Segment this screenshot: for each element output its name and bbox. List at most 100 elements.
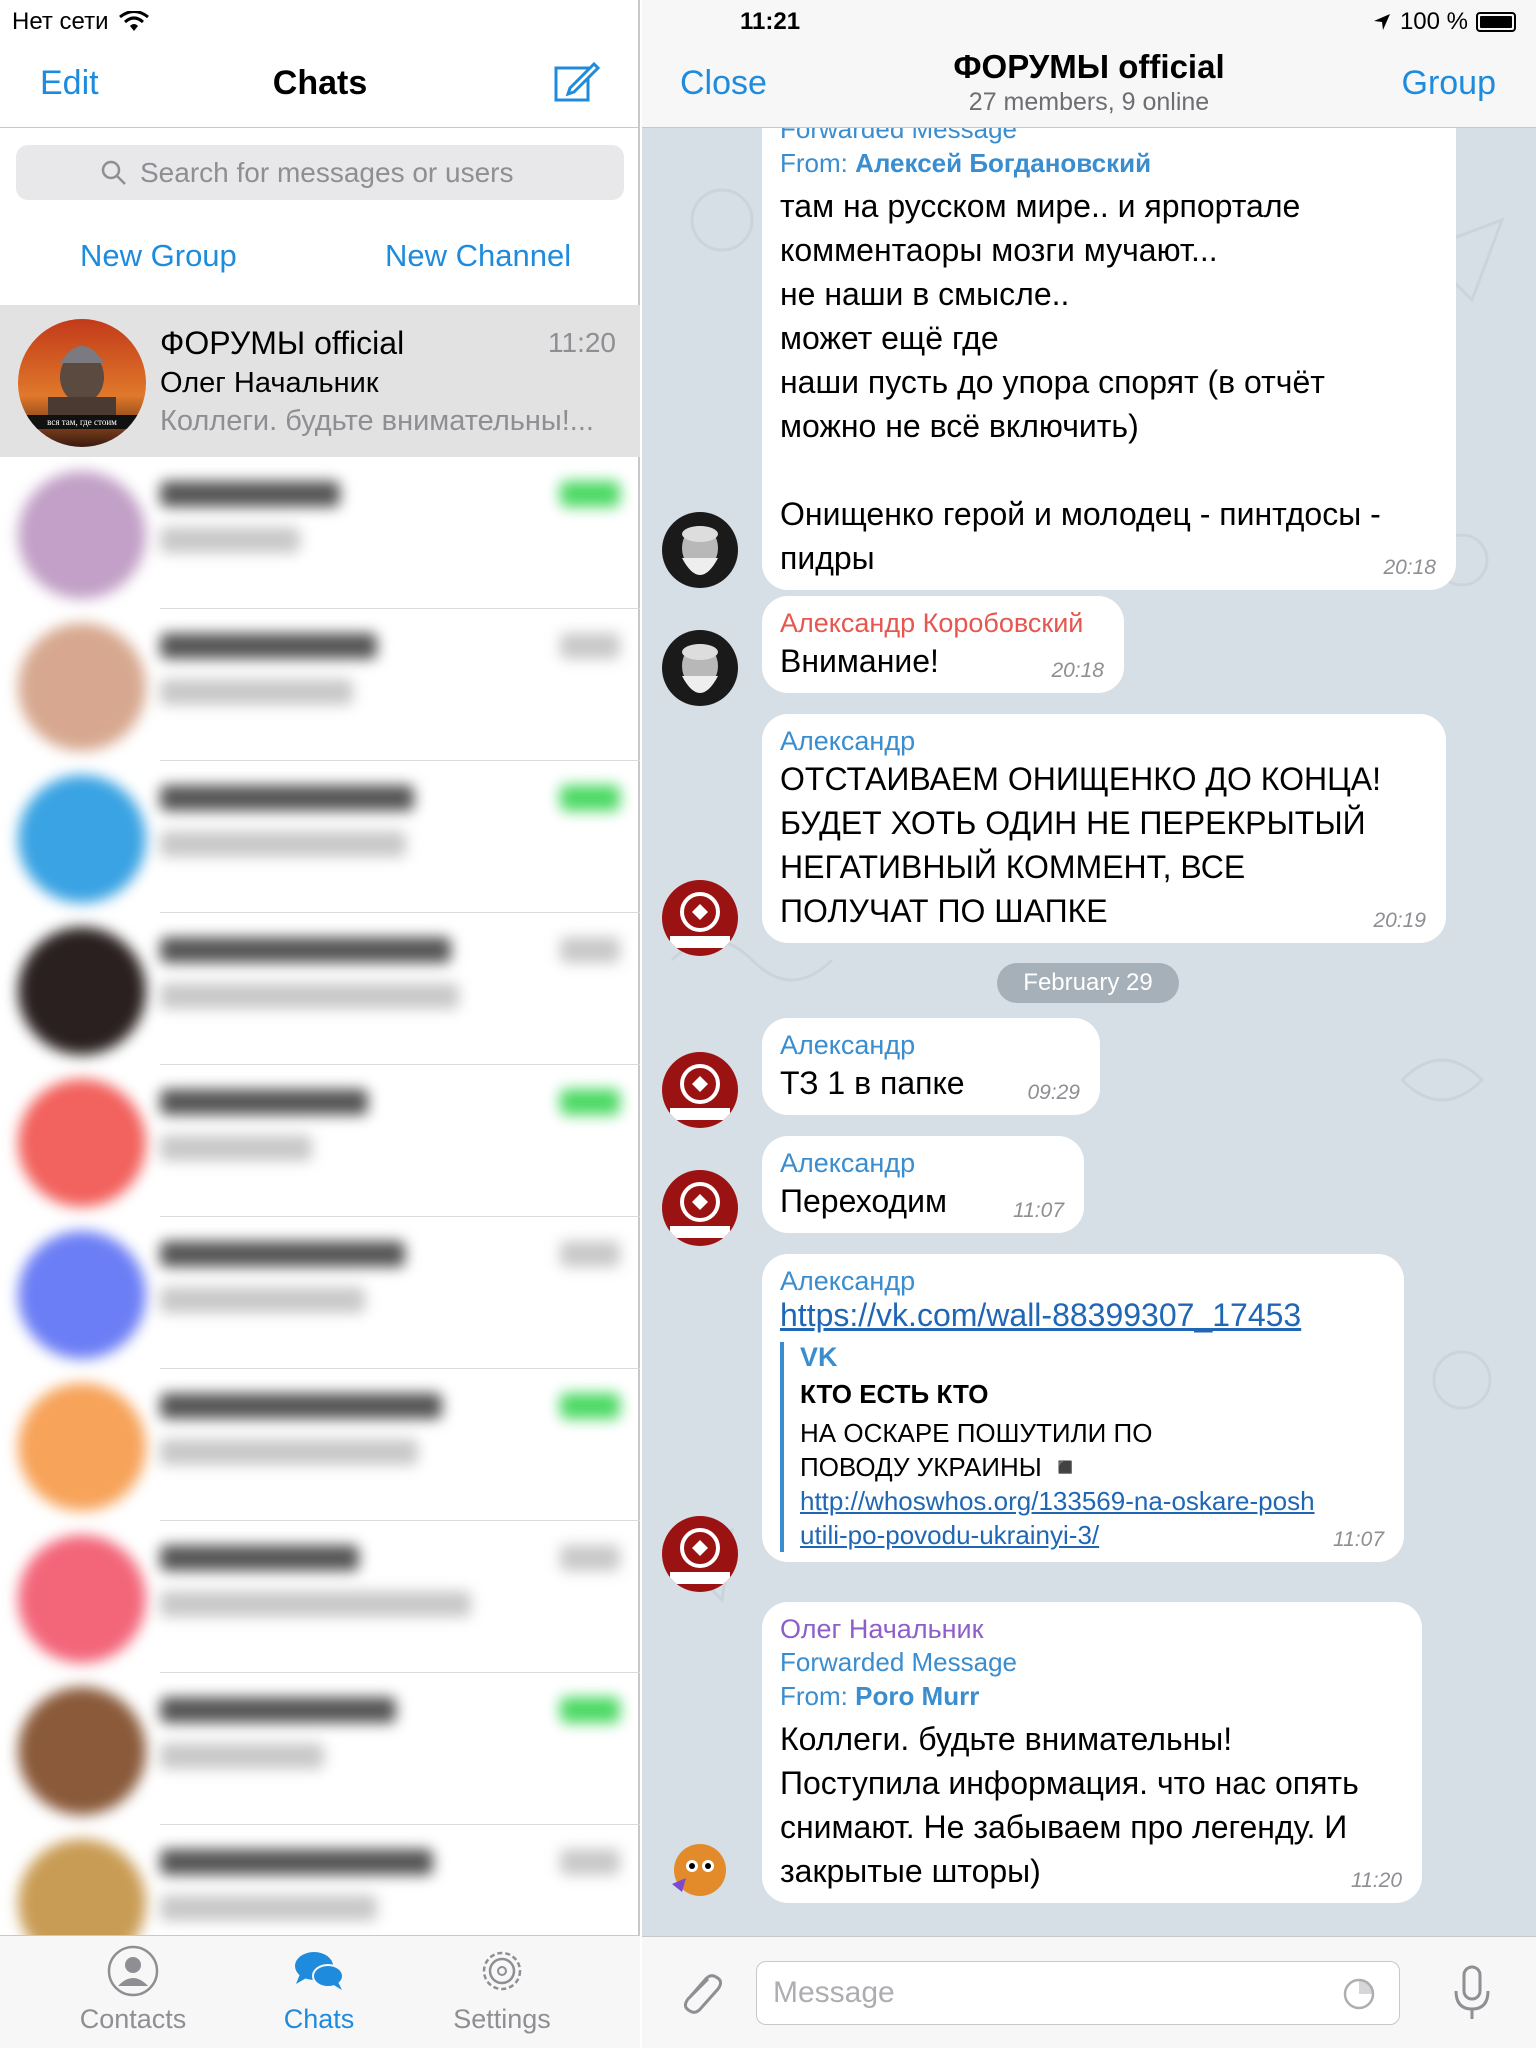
chat-item[interactable] — [0, 457, 640, 609]
tab-contacts[interactable]: Contacts — [43, 1944, 223, 2035]
chat-item[interactable] — [0, 913, 640, 1065]
compose-icon[interactable] — [552, 58, 600, 106]
clock: 11:21 — [740, 8, 801, 35]
avatar — [18, 623, 146, 751]
avatar — [18, 1079, 146, 1207]
message-sender[interactable]: Александр — [780, 1148, 1066, 1179]
chat-item[interactable] — [0, 1825, 640, 1935]
chat-item[interactable] — [0, 1065, 640, 1217]
chat-preview-placeholder — [160, 1135, 312, 1161]
chat-name-placeholder — [160, 633, 377, 659]
message-time: 11:07 — [1333, 1528, 1384, 1551]
avatar[interactable] — [662, 630, 738, 706]
chat-item[interactable] — [0, 1521, 640, 1673]
composer-bar — [642, 1936, 1536, 2048]
new-group-button[interactable]: New Group — [80, 238, 237, 274]
avatar — [18, 775, 146, 903]
chat-time-placeholder — [560, 1849, 620, 1875]
chat-item[interactable] — [0, 1369, 640, 1521]
chat-time-placeholder — [560, 1241, 620, 1267]
chat-time-placeholder — [560, 1393, 620, 1419]
tab-label: Settings — [453, 2004, 551, 2034]
avatar-caption: вся там, где стоим — [47, 417, 117, 427]
message-sender[interactable]: Александр — [780, 1030, 1082, 1061]
chat-item[interactable] — [0, 1217, 640, 1369]
chat-time-placeholder — [560, 481, 620, 507]
chat-item[interactable] — [0, 761, 640, 913]
message-sender[interactable]: Александр Коробовский — [780, 608, 1106, 639]
message-bubble[interactable]: Александр https://vk.com/wall-88399307_1… — [762, 1254, 1404, 1562]
message-sender[interactable]: Александр — [780, 1266, 1386, 1297]
battery-percent: 100 % — [1399, 8, 1468, 35]
message-time: 09:29 — [1027, 1081, 1080, 1104]
message-input[interactable] — [756, 1961, 1400, 2025]
message-bubble[interactable]: Александр ОТСТАИВАЕМ ОНИЩЕНКО ДО КОНЦА! … — [762, 714, 1446, 943]
chat-item[interactable] — [0, 1673, 640, 1825]
tab-label: Contacts — [79, 2004, 187, 2034]
blurred-chat-list — [0, 457, 640, 1935]
group-info-button[interactable]: Group — [1402, 64, 1497, 103]
paperclip-icon[interactable] — [672, 1965, 728, 2021]
avatar[interactable] — [662, 880, 738, 956]
avatar — [18, 1687, 146, 1815]
message-bubble[interactable]: Forwarded Message From: Алексей Богданов… — [762, 128, 1456, 590]
chat-time-placeholder — [560, 1089, 620, 1115]
tab-settings[interactable]: Settings — [412, 1944, 592, 2035]
forward-from: From: Алексей Богдановский — [780, 148, 1152, 178]
battery-status: 100 % — [1372, 8, 1516, 36]
avatar[interactable] — [662, 1052, 738, 1128]
chat-preview-placeholder — [160, 1895, 377, 1921]
search-icon — [101, 160, 126, 185]
avatar[interactable] — [662, 1170, 738, 1246]
carrier-label: Нет сети — [12, 8, 109, 35]
microphone-icon[interactable] — [1444, 1961, 1500, 2025]
message-text: Коллеги. будьте внимательны! Поступила и… — [780, 1721, 1359, 1889]
battery-icon — [1476, 12, 1516, 32]
new-channel-button[interactable]: New Channel — [385, 238, 571, 274]
search-bar[interactable] — [16, 145, 624, 200]
chat-preview-placeholder — [160, 527, 300, 553]
chat-item-forums-official[interactable]: вся там, где стоим ФОРУМЫ official 11:20… — [0, 305, 640, 457]
chat-preview-placeholder — [160, 1743, 324, 1769]
avatar[interactable] — [662, 512, 738, 588]
forward-header: Forwarded Message — [780, 1647, 1017, 1677]
message-text: там на русском мире.. и ярпортале коммен… — [780, 188, 1381, 576]
chat-name-placeholder — [160, 1393, 442, 1419]
chat-name: ФОРУМЫ official — [160, 325, 405, 361]
search-input[interactable] — [140, 156, 540, 189]
tab-chats[interactable]: Chats — [229, 1944, 409, 2035]
message-bubble[interactable]: Александр Переходим 11:07 — [762, 1136, 1084, 1233]
message-link[interactable]: https://vk.com/wall-88399307_17453 — [780, 1297, 1386, 1334]
edit-button[interactable]: Edit — [40, 64, 99, 103]
message-sender[interactable]: Олег Начальник — [780, 1614, 1404, 1645]
forward-header: Forwarded Message — [780, 128, 1017, 144]
avatar[interactable] — [662, 1830, 738, 1906]
message-time: 20:18 — [1383, 556, 1436, 579]
forward-from-name[interactable]: Алексей Богдановский — [855, 148, 1151, 178]
chats-navbar: Edit Chats — [0, 50, 640, 128]
preview-link[interactable]: http://whoswhos.org/133569-na-oskare-pos… — [800, 1484, 1386, 1518]
avatar — [18, 1383, 146, 1511]
chat-name-placeholder — [160, 1849, 433, 1875]
message-time: 20:19 — [1373, 909, 1426, 932]
message-bubble[interactable]: Олег Начальник Forwarded Message From: P… — [762, 1602, 1422, 1903]
sticker-icon[interactable] — [1342, 1977, 1376, 2011]
avatar[interactable] — [662, 1516, 738, 1592]
chat-preview: Коллеги. будьте внимательны!... — [160, 405, 594, 437]
chat-name-placeholder — [160, 1697, 396, 1723]
message-bubble[interactable]: Александр Коробовский Внимание! 20:18 — [762, 596, 1124, 693]
tab-bar: Contacts Chats Settings — [0, 1935, 640, 2048]
chat-preview-placeholder — [160, 1439, 418, 1465]
preview-link[interactable]: utili-po-povodu-ukrainyi-3/ — [800, 1518, 1386, 1552]
wifi-icon — [118, 11, 149, 31]
message-bubble[interactable]: Александр ТЗ 1 в папке 09:29 — [762, 1018, 1100, 1115]
link-preview[interactable]: VK КТО ЕСТЬ КТО НА ОСКАРЕ ПОШУТИЛИ ПО ПО… — [780, 1342, 1386, 1552]
chat-item[interactable] — [0, 609, 640, 761]
chat-preview-placeholder — [160, 831, 406, 857]
chat-name-placeholder — [160, 1241, 405, 1267]
forward-from-name[interactable]: Poro Murr — [855, 1681, 979, 1711]
message-sender[interactable]: Александр — [780, 726, 1428, 757]
status-bar-right: 11:21 100 % — [642, 0, 1536, 44]
chat-name-placeholder — [160, 785, 414, 811]
location-arrow-icon — [1373, 14, 1390, 30]
